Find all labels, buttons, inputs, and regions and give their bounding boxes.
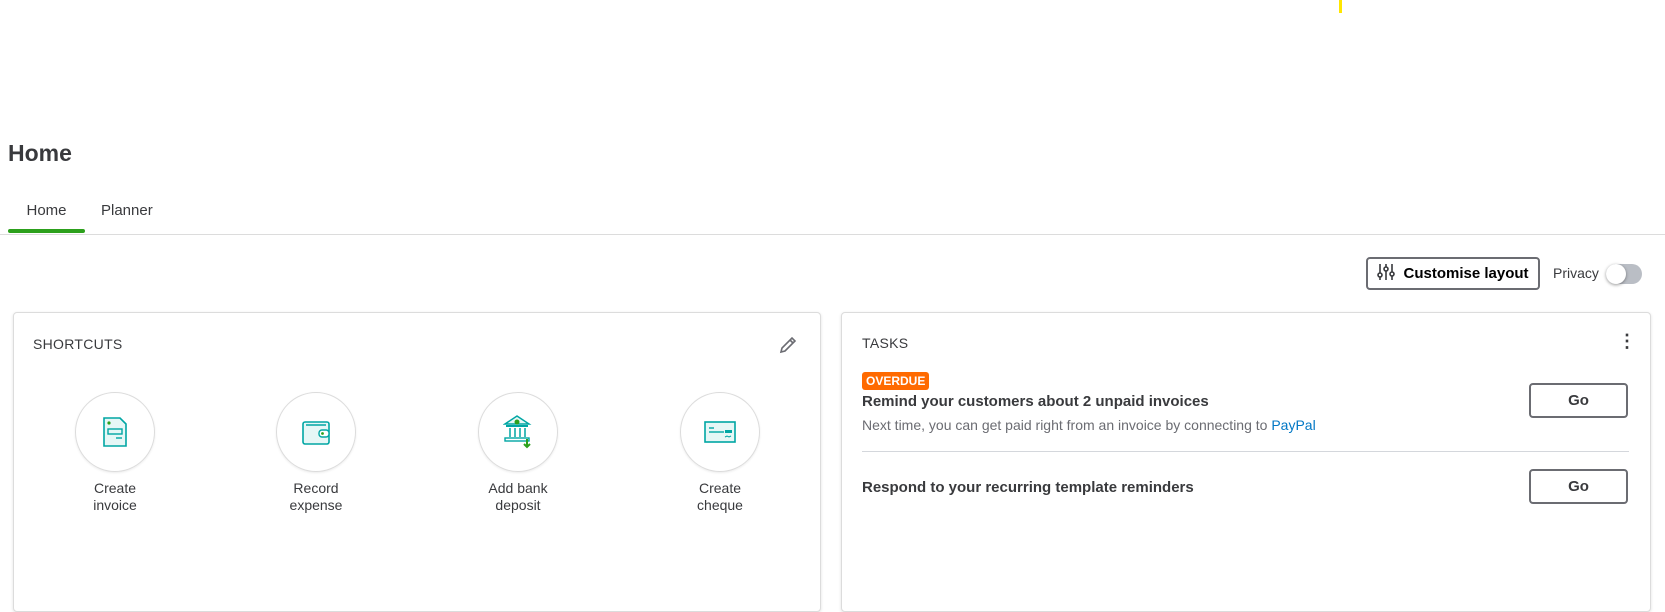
task-subtitle: Next time, you can get paid right from a… <box>862 417 1316 433</box>
shortcut-label: invoice <box>93 497 137 513</box>
privacy-label: Privacy <box>1553 265 1599 281</box>
wallet-icon[interactable] <box>276 392 356 472</box>
cheque-icon[interactable] <box>680 392 760 472</box>
shortcut-label: deposit <box>495 497 541 513</box>
cursor-mark <box>1339 0 1342 13</box>
tab-divider <box>0 234 1665 235</box>
more-options-icon[interactable]: ⋮ <box>1618 331 1636 352</box>
tasks-title: TASKS <box>862 335 909 351</box>
shortcut-create-invoice[interactable]: Create invoice <box>35 392 195 514</box>
task-go-button[interactable]: Go <box>1529 383 1628 418</box>
task-divider <box>862 451 1629 452</box>
shortcut-label: Create <box>698 480 742 496</box>
customise-layout-button[interactable]: Customise layout <box>1366 257 1540 290</box>
shortcuts-title: SHORTCUTS <box>33 336 123 352</box>
active-tab-indicator <box>8 229 85 233</box>
task-title: Remind your customers about 2 unpaid inv… <box>862 393 1209 410</box>
overdue-badge: OVERDUE <box>862 372 930 390</box>
bank-deposit-icon[interactable] <box>478 392 558 472</box>
shortcut-label: cheque <box>697 497 743 513</box>
paypal-link[interactable]: PayPal <box>1271 417 1315 433</box>
tab-home[interactable]: Home <box>8 202 85 219</box>
tasks-card: TASKS ⋮ OVERDUE Remind your customers ab… <box>841 312 1651 612</box>
shortcut-label: expense <box>289 497 343 513</box>
privacy-toggle[interactable] <box>1606 264 1642 284</box>
customise-layout-label: Customise layout <box>1403 265 1529 282</box>
task-title: Respond to your recurring template remin… <box>862 479 1194 496</box>
task-go-button[interactable]: Go <box>1529 469 1628 504</box>
page-title: Home <box>8 140 72 166</box>
shortcut-add-bank-deposit[interactable]: Add bank deposit <box>438 392 598 514</box>
tab-planner[interactable]: Planner <box>101 202 153 219</box>
shortcut-label: Create <box>93 480 137 496</box>
shortcut-label: Record <box>293 480 339 496</box>
pencil-icon[interactable] <box>778 335 798 360</box>
shortcuts-card: SHORTCUTS Create invoice Record expense Ad… <box>13 312 821 612</box>
shortcut-label: Add bank <box>488 480 548 496</box>
shortcut-record-expense[interactable]: Record expense <box>236 392 396 514</box>
invoice-icon[interactable] <box>75 392 155 472</box>
shortcut-create-cheque[interactable]: Create cheque <box>640 392 800 514</box>
sliders-icon <box>1377 263 1396 285</box>
